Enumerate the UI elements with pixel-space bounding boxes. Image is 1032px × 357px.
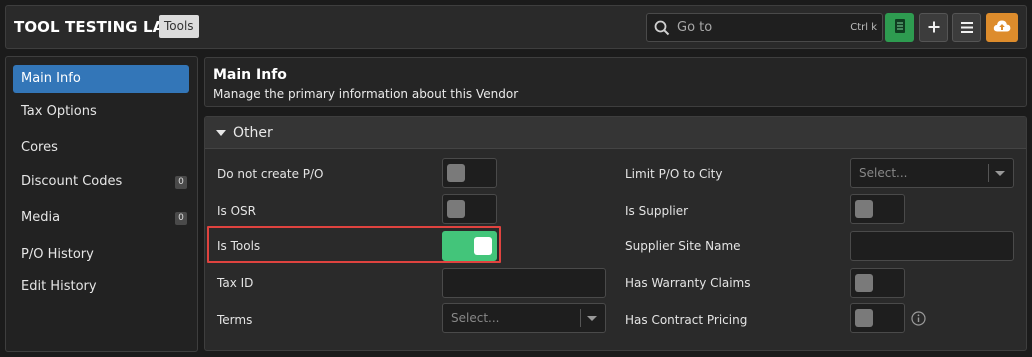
search-icon	[654, 20, 670, 40]
select-placeholder: Select...	[859, 166, 908, 180]
select-placeholder: Select...	[451, 311, 500, 325]
do-not-create-po-toggle[interactable]	[442, 158, 497, 188]
limit-po-to-city-select[interactable]: Select...	[850, 158, 1014, 188]
toggle-knob	[447, 164, 465, 182]
page-title: Main Info	[213, 67, 287, 83]
page-subtitle: Manage the primary information about thi…	[213, 87, 519, 101]
sidebar-item-label: Edit History	[21, 279, 97, 294]
is-supplier-label: Is Supplier	[625, 204, 689, 218]
sidebar-item-tax-options[interactable]: Tax Options	[13, 98, 189, 126]
tax-id-label: Tax ID	[217, 276, 254, 290]
sidebar-item-label: Cores	[21, 140, 58, 155]
caret-down-icon	[216, 130, 226, 136]
toggle-knob	[855, 274, 873, 292]
has-warranty-claims-label: Has Warranty Claims	[625, 276, 751, 290]
count-badge: 0	[175, 176, 187, 189]
terms-label: Terms	[217, 313, 253, 327]
has-contract-pricing-label: Has Contract Pricing	[625, 313, 748, 327]
select-divider	[988, 164, 989, 182]
toggle-knob	[855, 200, 873, 218]
is-supplier-toggle[interactable]	[850, 194, 905, 224]
has-warranty-claims-toggle[interactable]	[850, 268, 905, 298]
terms-select[interactable]: Select...	[442, 303, 606, 333]
chevron-down-icon	[587, 316, 597, 321]
cloud-upload-button[interactable]	[986, 13, 1018, 42]
toggle-knob	[447, 200, 465, 218]
section-title: Other	[233, 125, 273, 141]
select-divider	[580, 309, 581, 327]
do-not-create-po-label: Do not create P/O	[217, 167, 324, 181]
sidebar-item-label: Media	[21, 210, 61, 225]
menu-icon	[960, 18, 973, 37]
plus-icon	[928, 18, 940, 37]
toggle-knob	[855, 309, 873, 327]
sidebar-item-discount-codes[interactable]: Discount Codes 0	[13, 168, 189, 196]
sidebar-item-label: Main Info	[21, 71, 81, 86]
spreadsheet-button[interactable]	[885, 13, 914, 42]
info-icon[interactable]	[911, 311, 926, 330]
sidebar-item-edit-history[interactable]: Edit History	[13, 273, 189, 301]
goto-search[interactable]: Go to Ctrl k	[646, 13, 883, 42]
add-button[interactable]	[919, 13, 948, 42]
is-osr-toggle[interactable]	[442, 194, 497, 224]
section-header-other[interactable]: Other	[205, 117, 1026, 149]
main-info-header: Main Info Manage the primary information…	[204, 57, 1027, 107]
sidebar-item-label: Tax Options	[21, 104, 97, 119]
menu-button[interactable]	[952, 13, 981, 42]
count-badge: 0	[175, 212, 187, 225]
module-badge[interactable]: Tools	[159, 15, 199, 38]
top-header: TOOL TESTING LAB Tools Go to Ctrl k	[5, 5, 1027, 49]
sidebar: Main Info Tax Options Cores Discount Cod…	[5, 56, 198, 352]
cloud-upload-icon	[993, 18, 1011, 37]
supplier-site-name-label: Supplier Site Name	[625, 239, 741, 253]
sidebar-item-media[interactable]: Media 0	[13, 204, 189, 232]
app-title: TOOL TESTING LAB	[14, 18, 176, 36]
sidebar-item-main-info[interactable]: Main Info	[13, 65, 189, 93]
highlight-annotation	[207, 226, 501, 263]
sidebar-item-po-history[interactable]: P/O History	[13, 241, 189, 269]
supplier-site-name-input[interactable]	[850, 231, 1014, 261]
sidebar-item-label: P/O History	[21, 247, 94, 262]
chevron-down-icon	[995, 171, 1005, 176]
sidebar-item-label: Discount Codes	[21, 174, 123, 189]
is-osr-label: Is OSR	[217, 204, 257, 218]
has-contract-pricing-toggle[interactable]	[850, 303, 905, 333]
limit-po-to-city-label: Limit P/O to City	[625, 167, 723, 181]
sidebar-item-cores[interactable]: Cores	[13, 134, 189, 162]
tax-id-input[interactable]	[442, 268, 606, 298]
goto-placeholder: Go to	[677, 20, 713, 35]
goto-shortcut: Ctrl k	[850, 22, 877, 33]
spreadsheet-icon	[894, 18, 906, 38]
